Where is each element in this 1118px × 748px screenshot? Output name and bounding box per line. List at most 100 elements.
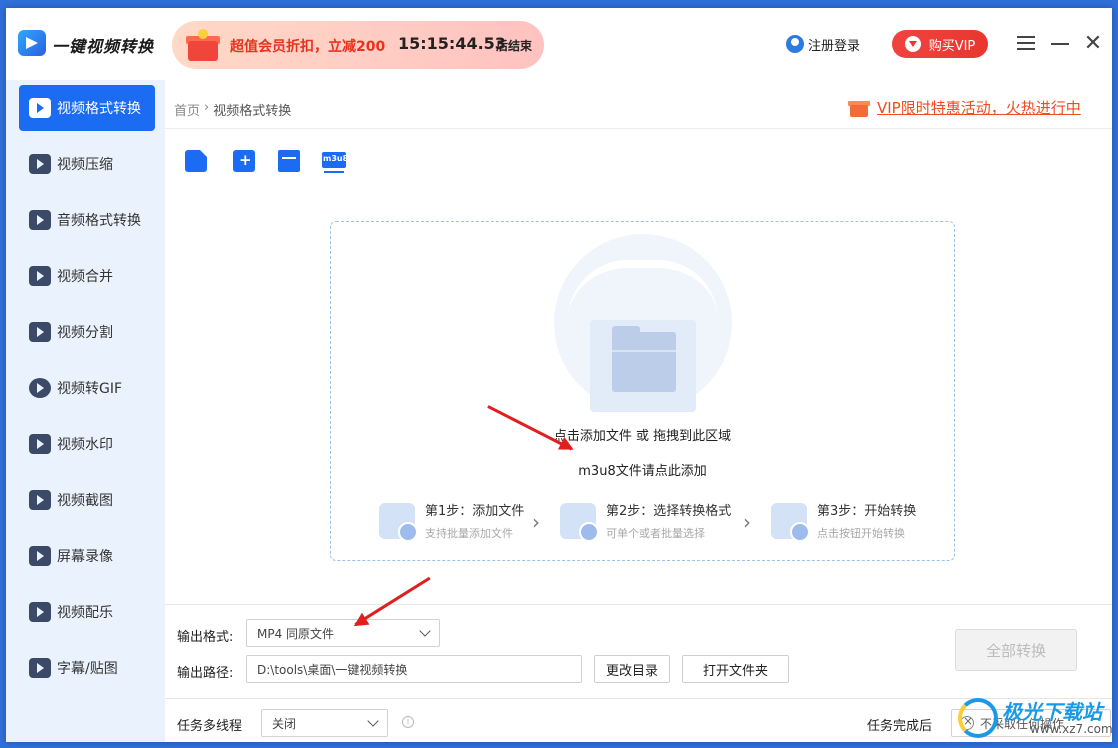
main-panel: 首页 › 视频格式转换 VIP限时特惠活动，火热进行中 m3u8 点击添加文件 …: [165, 80, 1112, 742]
screenshot-icon: [29, 490, 51, 510]
user-avatar-icon: [786, 35, 804, 53]
step-title: 第2步：选择转换格式: [606, 504, 732, 519]
breadcrumb: 首页 › 视频格式转换: [174, 100, 291, 119]
divider: [165, 128, 1112, 129]
app-logo-icon: [18, 30, 46, 56]
step-title: 第1步：添加文件: [425, 504, 525, 519]
divider: [165, 604, 1112, 605]
music-icon: [29, 602, 51, 622]
output-path-value: D:\tools\桌面\一键视频转换: [257, 662, 408, 677]
clear-list-icon[interactable]: [278, 150, 300, 172]
sidebar-item-label: 屏幕录像: [57, 549, 113, 565]
open-folder-button[interactable]: 打开文件夹: [682, 655, 789, 683]
sidebar-item-label: 视频合并: [57, 269, 113, 285]
minimize-icon[interactable]: [1048, 32, 1072, 56]
sidebar-item-label: 视频压缩: [57, 157, 113, 173]
vip-activity-link[interactable]: VIP限时特惠活动，火热进行中: [847, 94, 1081, 120]
sidebar-item-audio-convert[interactable]: 音频格式转换: [19, 197, 155, 243]
promo-banner[interactable]: 超值会员折扣，立减200 15:15:44.53 后结束: [172, 21, 544, 69]
m3u8-add-link[interactable]: m3u8文件请点此添加: [331, 460, 954, 479]
folder-icon: [612, 326, 676, 392]
promo-countdown: 15:15:44.53: [398, 34, 506, 53]
sidebar-item-label: 视频截图: [57, 493, 113, 509]
record-icon: [29, 546, 51, 566]
change-directory-button[interactable]: 更改目录: [594, 655, 670, 683]
site-watermark: 极光下载站 www.xz7.com: [958, 692, 1114, 744]
app-title: 一键视频转换: [52, 37, 155, 56]
output-path-field[interactable]: D:\tools\桌面\一键视频转换: [246, 655, 582, 683]
step-subtitle: 可单个或者批量选择: [606, 527, 705, 540]
gift-icon: [847, 96, 871, 118]
add-file-step-icon: [379, 502, 418, 542]
m3u8-label: m3u8: [323, 154, 349, 163]
subtitle-icon: [29, 658, 51, 678]
app-window: 一键视频转换 超值会员折扣，立减200 15:15:44.53 后结束 注册登录…: [6, 8, 1112, 742]
buy-vip-button[interactable]: 购买VIP: [892, 30, 988, 58]
start-step-icon: [771, 502, 810, 542]
sidebar-item-split[interactable]: 视频分割: [19, 309, 155, 355]
vip-activity-text: VIP限时特惠活动，火热进行中: [877, 98, 1081, 117]
sidebar-item-label: 视频分割: [57, 325, 113, 341]
multithread-label: 任务多线程: [177, 719, 243, 734]
sidebar-item-record[interactable]: 屏幕录像: [19, 533, 155, 579]
sidebar-item-merge[interactable]: 视频合并: [19, 253, 155, 299]
video-convert-icon: [29, 98, 51, 118]
watermark-url: www.xz7.com: [1030, 722, 1113, 736]
close-icon[interactable]: ✕: [1081, 32, 1105, 56]
sidebar-item-label: 视频水印: [57, 437, 113, 453]
drop-hint[interactable]: 点击添加文件 或 拖拽到此区域: [331, 425, 954, 444]
diamond-icon: [904, 36, 921, 52]
sidebar-item-subtitle[interactable]: 字幕/贴图: [19, 645, 155, 691]
multithread-select[interactable]: 关闭: [261, 709, 388, 737]
step-title: 第3步：开始转换: [817, 504, 917, 519]
sidebar-item-screenshot[interactable]: 视频截图: [19, 477, 155, 523]
buy-vip-label: 购买VIP: [928, 38, 976, 54]
sidebar-item-label: 视频格式转换: [57, 101, 141, 117]
convert-all-button[interactable]: 全部转换: [955, 629, 1077, 671]
step-subtitle: 点击按钮开始转换: [817, 527, 905, 540]
sidebar-item-label: 视频转GIF: [57, 381, 123, 397]
gif-icon: [29, 378, 51, 398]
file-drop-zone[interactable]: 点击添加文件 或 拖拽到此区域 m3u8文件请点此添加 第1步：添加文件 支持批…: [330, 221, 955, 561]
sidebar-item-label: 音频格式转换: [57, 213, 141, 229]
step-1: 第1步：添加文件 支持批量添加文件: [379, 500, 525, 542]
add-m3u8-icon[interactable]: m3u8: [322, 152, 349, 173]
step-2: 第2步：选择转换格式 可单个或者批量选择: [560, 500, 732, 542]
sidebar-item-video-convert[interactable]: 视频格式转换: [19, 85, 155, 131]
info-icon[interactable]: i: [402, 716, 414, 728]
chevron-down-icon: [367, 715, 379, 727]
output-format-label: 输出格式:: [177, 630, 234, 645]
sidebar-item-label: 字幕/贴图: [57, 661, 118, 677]
add-file-icon[interactable]: [185, 150, 207, 172]
sidebar-item-compress[interactable]: 视频压缩: [19, 141, 155, 187]
audio-convert-icon: [29, 210, 51, 230]
output-path-label: 输出路径:: [177, 666, 234, 681]
chevron-right-icon: ›: [743, 510, 751, 534]
merge-icon: [29, 266, 51, 286]
promo-text: 超值会员折扣，立减200: [230, 39, 386, 55]
sidebar-item-watermark[interactable]: 视频水印: [19, 421, 155, 467]
sidebar-item-gif[interactable]: 视频转GIF: [19, 365, 155, 411]
compress-icon: [29, 154, 51, 174]
chevron-down-icon: [419, 625, 431, 637]
sidebar-item-music[interactable]: 视频配乐: [19, 589, 155, 635]
watermark-name: 极光下载站: [1002, 700, 1102, 724]
output-format-select[interactable]: MP4 同原文件: [246, 619, 440, 647]
sidebar-item-label: 视频配乐: [57, 605, 113, 621]
login-label: 注册登录: [808, 38, 861, 54]
multithread-value: 关闭: [272, 716, 297, 731]
menu-icon[interactable]: [1014, 32, 1038, 56]
add-folder-icon[interactable]: [233, 150, 255, 172]
chevron-right-icon: ›: [532, 510, 540, 534]
after-task-label: 任务完成后: [867, 719, 933, 734]
promo-end-suffix: 后结束: [496, 39, 533, 53]
step-subtitle: 支持批量添加文件: [425, 527, 513, 540]
format-step-icon: [560, 502, 599, 542]
breadcrumb-current: 视频格式转换: [213, 104, 292, 119]
watermark-icon: [29, 434, 51, 454]
breadcrumb-home[interactable]: 首页: [174, 100, 200, 119]
breadcrumb-separator: ›: [204, 100, 210, 115]
login-button[interactable]: 注册登录: [786, 34, 860, 54]
title-bar: 一键视频转换 超值会员折扣，立减200 15:15:44.53 后结束 注册登录…: [6, 8, 1112, 80]
split-icon: [29, 322, 51, 342]
